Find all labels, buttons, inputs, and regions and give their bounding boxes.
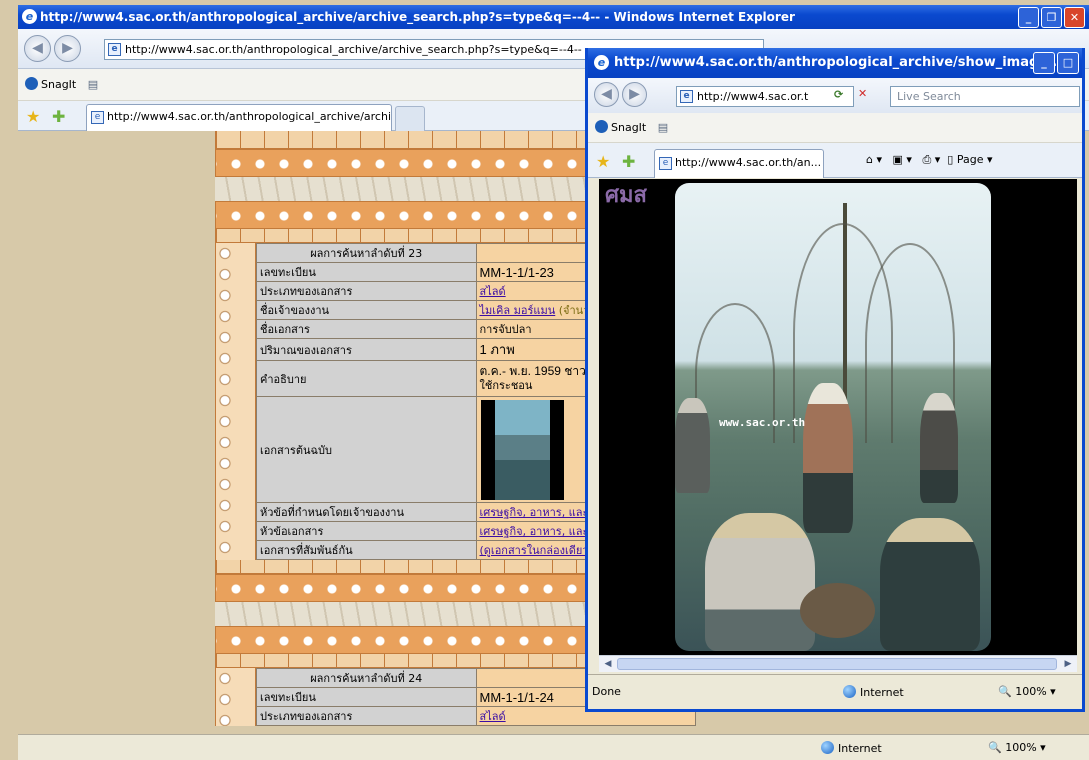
card-side-holes — [216, 668, 256, 726]
stop-icon[interactable]: ✕ — [858, 87, 867, 100]
popup-status-zoom[interactable]: 🔍 100% ▾ — [998, 685, 1056, 698]
popup-back-button[interactable]: ◀ — [594, 82, 619, 107]
popup-active-tab[interactable]: e http://www4.sac.or.th/an... — [654, 149, 824, 178]
record-heading: ผลการค้นหาลำดับที่ 23 — [256, 243, 477, 263]
image-popup-window: e http://www4.sac.or.th/anthropological_… — [585, 48, 1085, 712]
popup-snagit-toolbar: SnagIt ▤ — [588, 113, 1082, 143]
popup-status-zone[interactable]: Internet — [843, 685, 904, 699]
back-button[interactable]: ◀ — [24, 35, 51, 62]
snagit-label: SnagIt — [41, 78, 77, 91]
page-menu-button[interactable]: ▯ Page ▾ — [947, 153, 992, 166]
main-title-bar[interactable]: e http://www4.sac.or.th/anthropological_… — [18, 5, 1089, 29]
internet-globe-icon — [821, 741, 834, 754]
restore-button[interactable]: ❐ — [1041, 7, 1062, 28]
popup-status-bar: Done Internet 🔍 100% ▾ — [588, 674, 1082, 709]
popup-window-title: http://www4.sac.or.th/anthropological_ar… — [614, 55, 1067, 70]
record-heading: ผลการค้นหาลำดับที่ 24 — [256, 668, 477, 688]
ie-logo-icon: e — [594, 55, 609, 70]
document-subject-link[interactable]: เศรษฐกิจ, อาหาร, และกา — [480, 525, 602, 538]
snagit-icon — [25, 77, 38, 90]
card-side-holes — [216, 243, 256, 560]
tab-favicon-icon: e — [91, 111, 104, 124]
main-status-bar: Internet 🔍 100% ▾ — [18, 734, 1089, 760]
main-window-title: http://www4.sac.or.th/anthropological_ar… — [40, 10, 795, 24]
status-zoom[interactable]: 🔍 100% ▾ — [988, 741, 1046, 754]
popup-minimize-button[interactable]: _ — [1033, 52, 1055, 74]
minimize-button[interactable]: _ — [1018, 7, 1039, 28]
close-button[interactable]: ✕ — [1064, 7, 1085, 28]
sac-logo: ศมส — [605, 183, 647, 208]
owner-link[interactable]: ไมเคิล มอร์แมน — [480, 304, 556, 317]
popup-search-input[interactable]: Live Search — [890, 86, 1080, 107]
popup-snagit-button[interactable]: SnagIt ▤ — [595, 120, 668, 134]
status-zone[interactable]: Internet — [821, 741, 882, 755]
original-thumbnail[interactable] — [480, 399, 564, 500]
popup-address-text: http://www4.sac.or.t — [697, 90, 809, 103]
popup-forward-button[interactable]: ▶ — [622, 82, 647, 107]
forward-button[interactable]: ▶ — [54, 35, 81, 62]
snagit-window-icon[interactable]: ▤ — [658, 121, 668, 134]
new-tab-button[interactable] — [395, 106, 425, 131]
main-tab-label: http://www4.sac.or.th/anthropological_ar… — [107, 110, 392, 123]
photo-watermark: www.sac.or.th — [719, 416, 806, 429]
add-favorites-icon[interactable]: ✚ — [622, 152, 635, 171]
popup-title-bar[interactable]: e http://www4.sac.or.th/anthropological_… — [588, 48, 1082, 78]
refresh-icon[interactable]: ⟳ — [834, 88, 843, 101]
scroll-thumb[interactable] — [617, 658, 1057, 670]
snagit-window-icon[interactable]: ▤ — [88, 78, 98, 91]
popup-tab-bar: ★ ✚ e http://www4.sac.or.th/an... ⌂ ▾ ▣ … — [588, 143, 1082, 178]
home-icon[interactable]: ⌂ ▾ — [866, 153, 882, 166]
internet-globe-icon — [843, 685, 856, 698]
scroll-left-icon[interactable]: ◀ — [600, 657, 616, 671]
related-documents-link[interactable]: (ดูเอกสารในกล่องเดียวกั — [480, 544, 596, 557]
tab-favicon-icon: e — [659, 157, 672, 170]
favorites-star-icon[interactable]: ★ — [596, 152, 610, 171]
document-type-link[interactable]: สไลด์ — [480, 285, 506, 298]
popup-address-bar[interactable]: e http://www4.sac.or.t — [676, 86, 854, 107]
scroll-right-icon[interactable]: ▶ — [1060, 657, 1076, 671]
popup-horizontal-scrollbar[interactable]: ◀ ▶ — [599, 655, 1077, 672]
main-address-text: http://www4.sac.or.th/anthropological_ar… — [125, 43, 582, 56]
ie-logo-icon: e — [22, 9, 37, 24]
status-done: Done — [592, 685, 621, 698]
snagit-button[interactable]: SnagIt ▤ — [25, 77, 98, 91]
feeds-icon[interactable]: ▣ ▾ — [893, 153, 912, 166]
add-favorites-icon[interactable]: ✚ — [52, 107, 65, 126]
popup-maximize-button[interactable]: □ — [1057, 52, 1079, 74]
owner-subject-link[interactable]: เศรษฐกิจ, อาหาร, และกา — [480, 506, 602, 519]
snagit-icon — [595, 120, 608, 133]
popup-command-bar: ⌂ ▾ ▣ ▾ ⎙ ▾ ▯ Page ▾ — [866, 153, 993, 167]
favorites-star-icon[interactable]: ★ — [26, 107, 40, 126]
document-type-link[interactable]: สไลด์ — [480, 710, 506, 723]
main-active-tab[interactable]: e http://www4.sac.or.th/anthropological_… — [86, 104, 392, 131]
page-favicon-icon: e — [108, 43, 121, 56]
popup-nav-bar: ◀ ▶ e http://www4.sac.or.t ⟳ ✕ Live Sear… — [588, 78, 1082, 113]
print-icon[interactable]: ⎙ ▾ — [922, 153, 940, 166]
popup-image-viewport: ศมส www.sac.or.th — [599, 179, 1077, 655]
page-favicon-icon: e — [680, 90, 693, 103]
